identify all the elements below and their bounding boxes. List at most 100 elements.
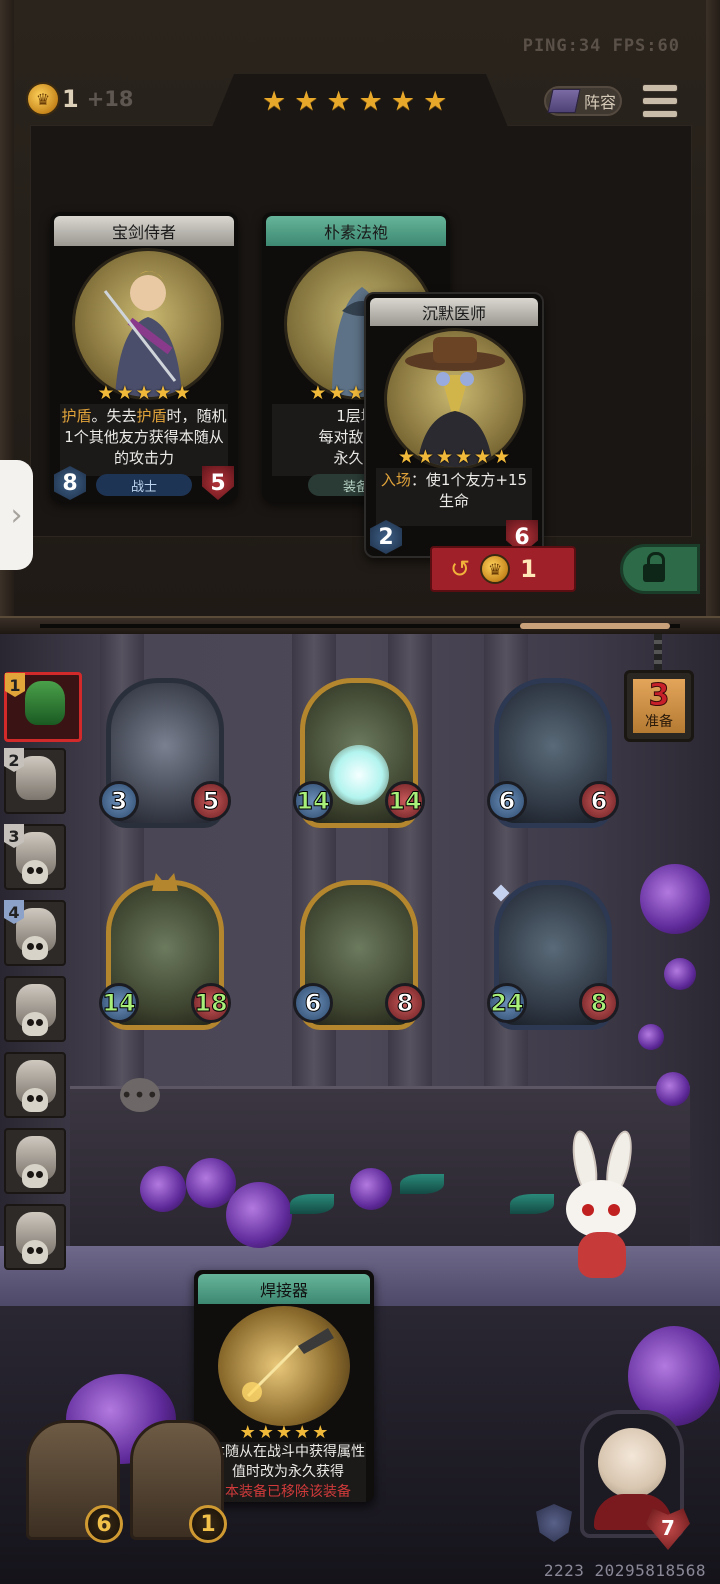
- turn-number: 3: [648, 678, 670, 713]
- chest-left[interactable]: 6: [26, 1420, 123, 1543]
- desc-text: ：使1个友方+15生命: [410, 471, 528, 510]
- card-description: 本随从在战斗中获得属性值时改为永久获得本装备已移除该装备: [210, 1442, 366, 1502]
- opponent-3[interactable]: 3: [4, 824, 66, 890]
- divider-progress: [520, 623, 670, 629]
- board-minion-6[interactable]: 24 8: [487, 880, 619, 1030]
- shop-card-silent-doctor[interactable]: 沉默医师 ★ ★ ★ ★ ★ ★ 入场：使1个友方+15生命 2 6: [364, 292, 544, 558]
- tier-stars: ★ ★ ★ ★ ★ ★: [262, 88, 447, 116]
- board-minion-5[interactable]: 6 8: [293, 880, 425, 1030]
- card-art: [218, 1306, 350, 1426]
- gold-count: 1: [62, 85, 79, 113]
- card-description: 护盾。失去护盾时，随机1个其他友方获得本随从的攻击力: [60, 404, 228, 476]
- card-tag: 战士: [96, 474, 192, 496]
- lineup-button[interactable]: 阵容: [544, 86, 622, 116]
- gold-display: ♛ 1 +18: [26, 82, 134, 116]
- opponent-avatar: [25, 681, 65, 725]
- desc-text: 。失去: [91, 407, 137, 425]
- rose-decoration: [350, 1168, 392, 1210]
- shop-card-sword-servant[interactable]: 宝剑侍者 ★ ★ ★ ★ ★ 护盾。失去护盾时，随机1个其他友方获得本随从的攻击力 8 …: [50, 212, 238, 502]
- keyword-shield: 护盾: [61, 407, 92, 425]
- minion-attack: 6: [487, 781, 527, 821]
- skull-icon: [22, 1012, 48, 1036]
- menu-icon[interactable]: [642, 84, 678, 118]
- tier-star-icon: ★: [294, 86, 319, 117]
- turn-sign-inner: 3 准备: [633, 679, 685, 733]
- skull-icon: [22, 1240, 48, 1264]
- coin-icon: ♛: [480, 554, 511, 584]
- opponent-rank: 1: [5, 673, 25, 697]
- keyword-shield-2: 护盾: [136, 407, 167, 425]
- opponent-6[interactable]: [4, 1052, 66, 1118]
- tier-star-icon: ★: [423, 86, 448, 117]
- shop-board-divider: [0, 616, 720, 636]
- card-name: 焊接器: [198, 1274, 370, 1304]
- chest-left-count: 6: [85, 1505, 123, 1543]
- tier-star-icon: ★: [262, 86, 287, 117]
- card-stars: ★ ★ ★ ★ ★ ★: [397, 446, 511, 468]
- opponent-4[interactable]: 4: [4, 900, 66, 966]
- skull-icon: [22, 1088, 48, 1112]
- minion-health: 18: [191, 983, 231, 1023]
- tier-star-icon: ★: [358, 86, 383, 117]
- opponent-8[interactable]: [4, 1204, 66, 1270]
- side-expand-icon[interactable]: ›: [0, 460, 33, 570]
- rose-decoration: [226, 1182, 292, 1248]
- coin-icon: ♛: [26, 82, 60, 116]
- buff-glow: [329, 745, 389, 805]
- card-stars: ★★★★★: [239, 1422, 329, 1443]
- minion-health: 8: [579, 983, 619, 1023]
- game-screen: ★ ★ ★ ★ ★ ★ PING:34 FPS:60 ♛ 1 +18 阵容 宝剑侍者: [0, 0, 720, 1584]
- minion-health: 14: [385, 781, 425, 821]
- lineup-book-icon: [547, 89, 581, 113]
- desc-warning: 本装备已移除该装备: [225, 1484, 351, 1500]
- rabbit-mascot: [560, 1128, 640, 1290]
- opponent-7[interactable]: [4, 1128, 66, 1194]
- leaf-decoration: [510, 1194, 554, 1214]
- refresh-shop-button[interactable]: ↺ ♛ 1: [430, 546, 576, 592]
- golden-crest-icon: [152, 873, 178, 891]
- minion-health: 5: [191, 781, 231, 821]
- skull-icon: [22, 860, 48, 884]
- opponent-1[interactable]: 1: [4, 672, 82, 742]
- turn-label: 准备: [645, 714, 673, 730]
- card-art: [72, 248, 224, 400]
- board-minion-4[interactable]: 14 18: [99, 873, 231, 1030]
- card-name: 宝剑侍者: [54, 216, 234, 246]
- chat-bubble-icon[interactable]: •••: [120, 1078, 160, 1112]
- chest-right[interactable]: 1: [130, 1420, 227, 1543]
- chest-right-count: 1: [189, 1505, 227, 1543]
- tier-star-icon: ★: [390, 86, 416, 117]
- board-minion-1[interactable]: 3 5: [99, 678, 231, 828]
- lock-shop-button[interactable]: [620, 544, 700, 594]
- opponent-2[interactable]: 2: [4, 748, 66, 814]
- skull-icon: [22, 1164, 48, 1188]
- frame-right: [706, 0, 720, 620]
- card-name: 朴素法袍: [266, 216, 446, 246]
- lineup-label: 阵容: [584, 93, 617, 112]
- card-description: 入场：使1个友方+15生命: [376, 468, 532, 526]
- turn-sign: 3 准备: [624, 670, 694, 742]
- minion-health: 8: [385, 983, 425, 1023]
- rose-decoration: [638, 1024, 664, 1050]
- board-minion-2[interactable]: 14 14: [293, 678, 425, 828]
- leaf-decoration: [400, 1174, 444, 1194]
- rose-decoration: [140, 1166, 186, 1212]
- minion-attack: 24: [487, 983, 527, 1023]
- refresh-icon: ↺: [450, 555, 471, 583]
- rabbit-eye: [608, 1204, 620, 1216]
- card-name: 沉默医师: [370, 298, 538, 326]
- gold-income: +18: [86, 87, 134, 111]
- keyword-enter: 入场: [380, 471, 411, 489]
- minion-attack: 3: [99, 781, 139, 821]
- opponent-5[interactable]: [4, 976, 66, 1042]
- refresh-cost: 1: [520, 555, 537, 583]
- board-minion-3[interactable]: 6 6: [487, 678, 619, 828]
- tier-star-icon: ★: [326, 86, 351, 117]
- rose-decoration: [664, 958, 696, 990]
- desc-text: 本随从在战斗中获得属性值时改为永久获得: [211, 1444, 365, 1480]
- minion-attack: 14: [99, 983, 139, 1023]
- user-id: 2223 20295818568: [543, 1561, 706, 1580]
- card-stars: ★★★★★: [97, 382, 191, 404]
- hero-face: [598, 1428, 666, 1498]
- minion-health: 6: [579, 781, 619, 821]
